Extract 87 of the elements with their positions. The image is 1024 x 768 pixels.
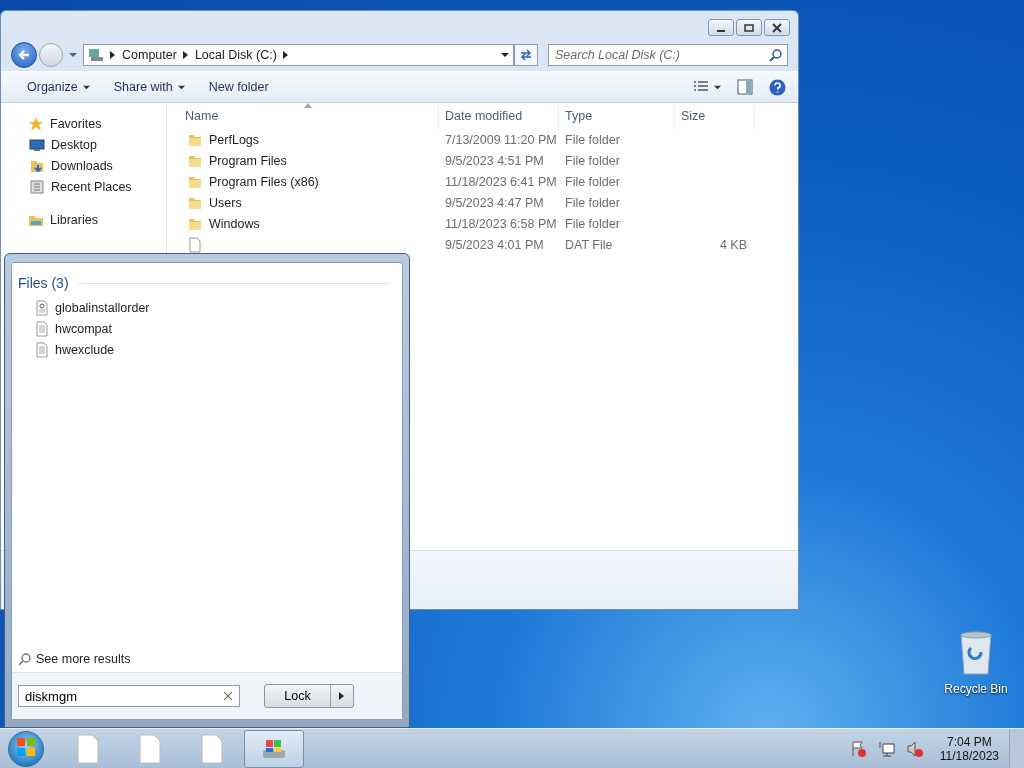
clear-icon[interactable] — [224, 692, 232, 700]
star-icon — [28, 115, 44, 132]
date-cell: 9/5/2023 4:47 PM — [445, 195, 544, 210]
file-name[interactable]: Program Files (x86) — [209, 174, 319, 189]
search-icon — [769, 48, 783, 62]
date-cell: 11/18/2023 6:41 PM — [445, 174, 557, 189]
search-result[interactable]: hwcompat — [55, 321, 112, 336]
clock-time: 7:04 PM — [947, 734, 992, 749]
type-cell: File folder — [565, 216, 620, 231]
column-header[interactable]: Size — [675, 103, 755, 129]
dropdown-caret-icon[interactable] — [501, 51, 509, 59]
sort-arrow-icon — [304, 103, 312, 108]
help-icon — [769, 78, 786, 96]
list-view-icon — [693, 80, 709, 94]
close-icon — [772, 22, 782, 33]
taskbar-button[interactable] — [244, 729, 304, 768]
toolbar-button[interactable]: Share with — [103, 76, 195, 98]
date-cell: 9/5/2023 4:01 PM — [445, 237, 544, 252]
clock[interactable]: 7:04 PM 11/18/2023 — [939, 734, 999, 763]
clock-date: 11/18/2023 — [939, 748, 999, 763]
text-file-icon — [34, 341, 50, 358]
network-icon[interactable] — [877, 739, 896, 758]
recent-places-icon — [29, 178, 45, 195]
speaker-muted-icon[interactable] — [905, 739, 924, 758]
computer-icon — [88, 47, 104, 63]
document-icon — [75, 733, 101, 764]
toolbar-button[interactable]: New folder — [198, 76, 279, 98]
address-bar[interactable]: Computer Local Disk (C:) — [83, 44, 514, 66]
column-header[interactable]: Type — [559, 103, 675, 129]
maximize-button[interactable] — [736, 19, 762, 36]
type-cell: DAT File — [565, 237, 613, 252]
type-cell: File folder — [565, 132, 620, 147]
date-cell: 7/13/2009 11:20 PM — [445, 132, 557, 147]
nav-item[interactable]: Favorites — [50, 116, 102, 131]
chevron-icon[interactable] — [110, 51, 116, 59]
start-search-field[interactable]: diskmgm — [18, 685, 240, 707]
file-name[interactable]: PerfLogs — [209, 132, 260, 147]
search-field[interactable]: Search Local Disk (C:) — [548, 44, 788, 66]
document-icon — [137, 733, 163, 764]
search-result[interactable]: hwexclude — [55, 342, 115, 357]
minimize-icon — [717, 29, 725, 32]
refresh-button[interactable] — [514, 44, 538, 66]
caret-icon — [177, 83, 185, 91]
chevron-icon — [339, 692, 345, 700]
column-header[interactable]: Name — [167, 103, 439, 129]
text-file-icon — [34, 320, 50, 337]
caret-icon — [714, 83, 721, 91]
flag-error-icon[interactable] — [849, 739, 868, 758]
breadcrumb[interactable]: Computer — [122, 48, 177, 62]
nav-item[interactable]: Recent Places — [51, 179, 132, 194]
breadcrumb[interactable]: Local Disk (C:) — [194, 48, 277, 62]
see-more-results-link[interactable]: See more results — [12, 652, 402, 672]
nav-item[interactable]: Desktop — [51, 137, 97, 152]
date-cell: 9/5/2023 4:51 PM — [445, 153, 544, 168]
windows-logo-icon — [15, 736, 37, 758]
caret-icon — [82, 83, 90, 91]
type-cell: File folder — [565, 153, 620, 168]
chevron-icon[interactable] — [182, 51, 189, 59]
back-arrow-icon — [17, 48, 31, 62]
date-cell: 11/18/2023 6:58 PM — [445, 216, 557, 231]
pane-icon — [737, 79, 753, 95]
file-name[interactable]: Program Files — [209, 153, 287, 168]
file-name[interactable]: Windows — [209, 216, 260, 231]
column-header[interactable]: Date modified — [439, 103, 559, 129]
file-name[interactable]: Users — [209, 195, 242, 210]
nav-item[interactable]: Downloads — [51, 158, 113, 173]
type-cell: File folder — [565, 195, 620, 210]
history-caret-icon[interactable] — [69, 51, 77, 59]
restore-icon — [744, 22, 754, 33]
back-button[interactable] — [11, 42, 37, 68]
document-icon — [199, 733, 225, 764]
monitor-icon — [29, 136, 45, 153]
refresh-arrows-icon — [519, 48, 533, 62]
size-cell: 4 KB — [719, 237, 747, 252]
type-cell: File folder — [565, 174, 620, 189]
desktop-icon-label[interactable]: Recycle Bin — [944, 682, 1008, 696]
search-icon — [18, 652, 32, 666]
start-button[interactable] — [8, 730, 44, 767]
chevron-icon[interactable] — [282, 51, 289, 59]
settings-file-icon — [34, 299, 50, 316]
close-button[interactable] — [764, 19, 790, 36]
toolbar-button[interactable]: Organize — [17, 76, 100, 98]
search-result[interactable]: globalinstallorder — [55, 300, 150, 315]
nav-item[interactable]: Libraries — [50, 212, 98, 227]
minimize-button[interactable] — [708, 19, 734, 36]
file-icon — [187, 236, 203, 253]
section-title: Files (3) — [18, 275, 69, 291]
